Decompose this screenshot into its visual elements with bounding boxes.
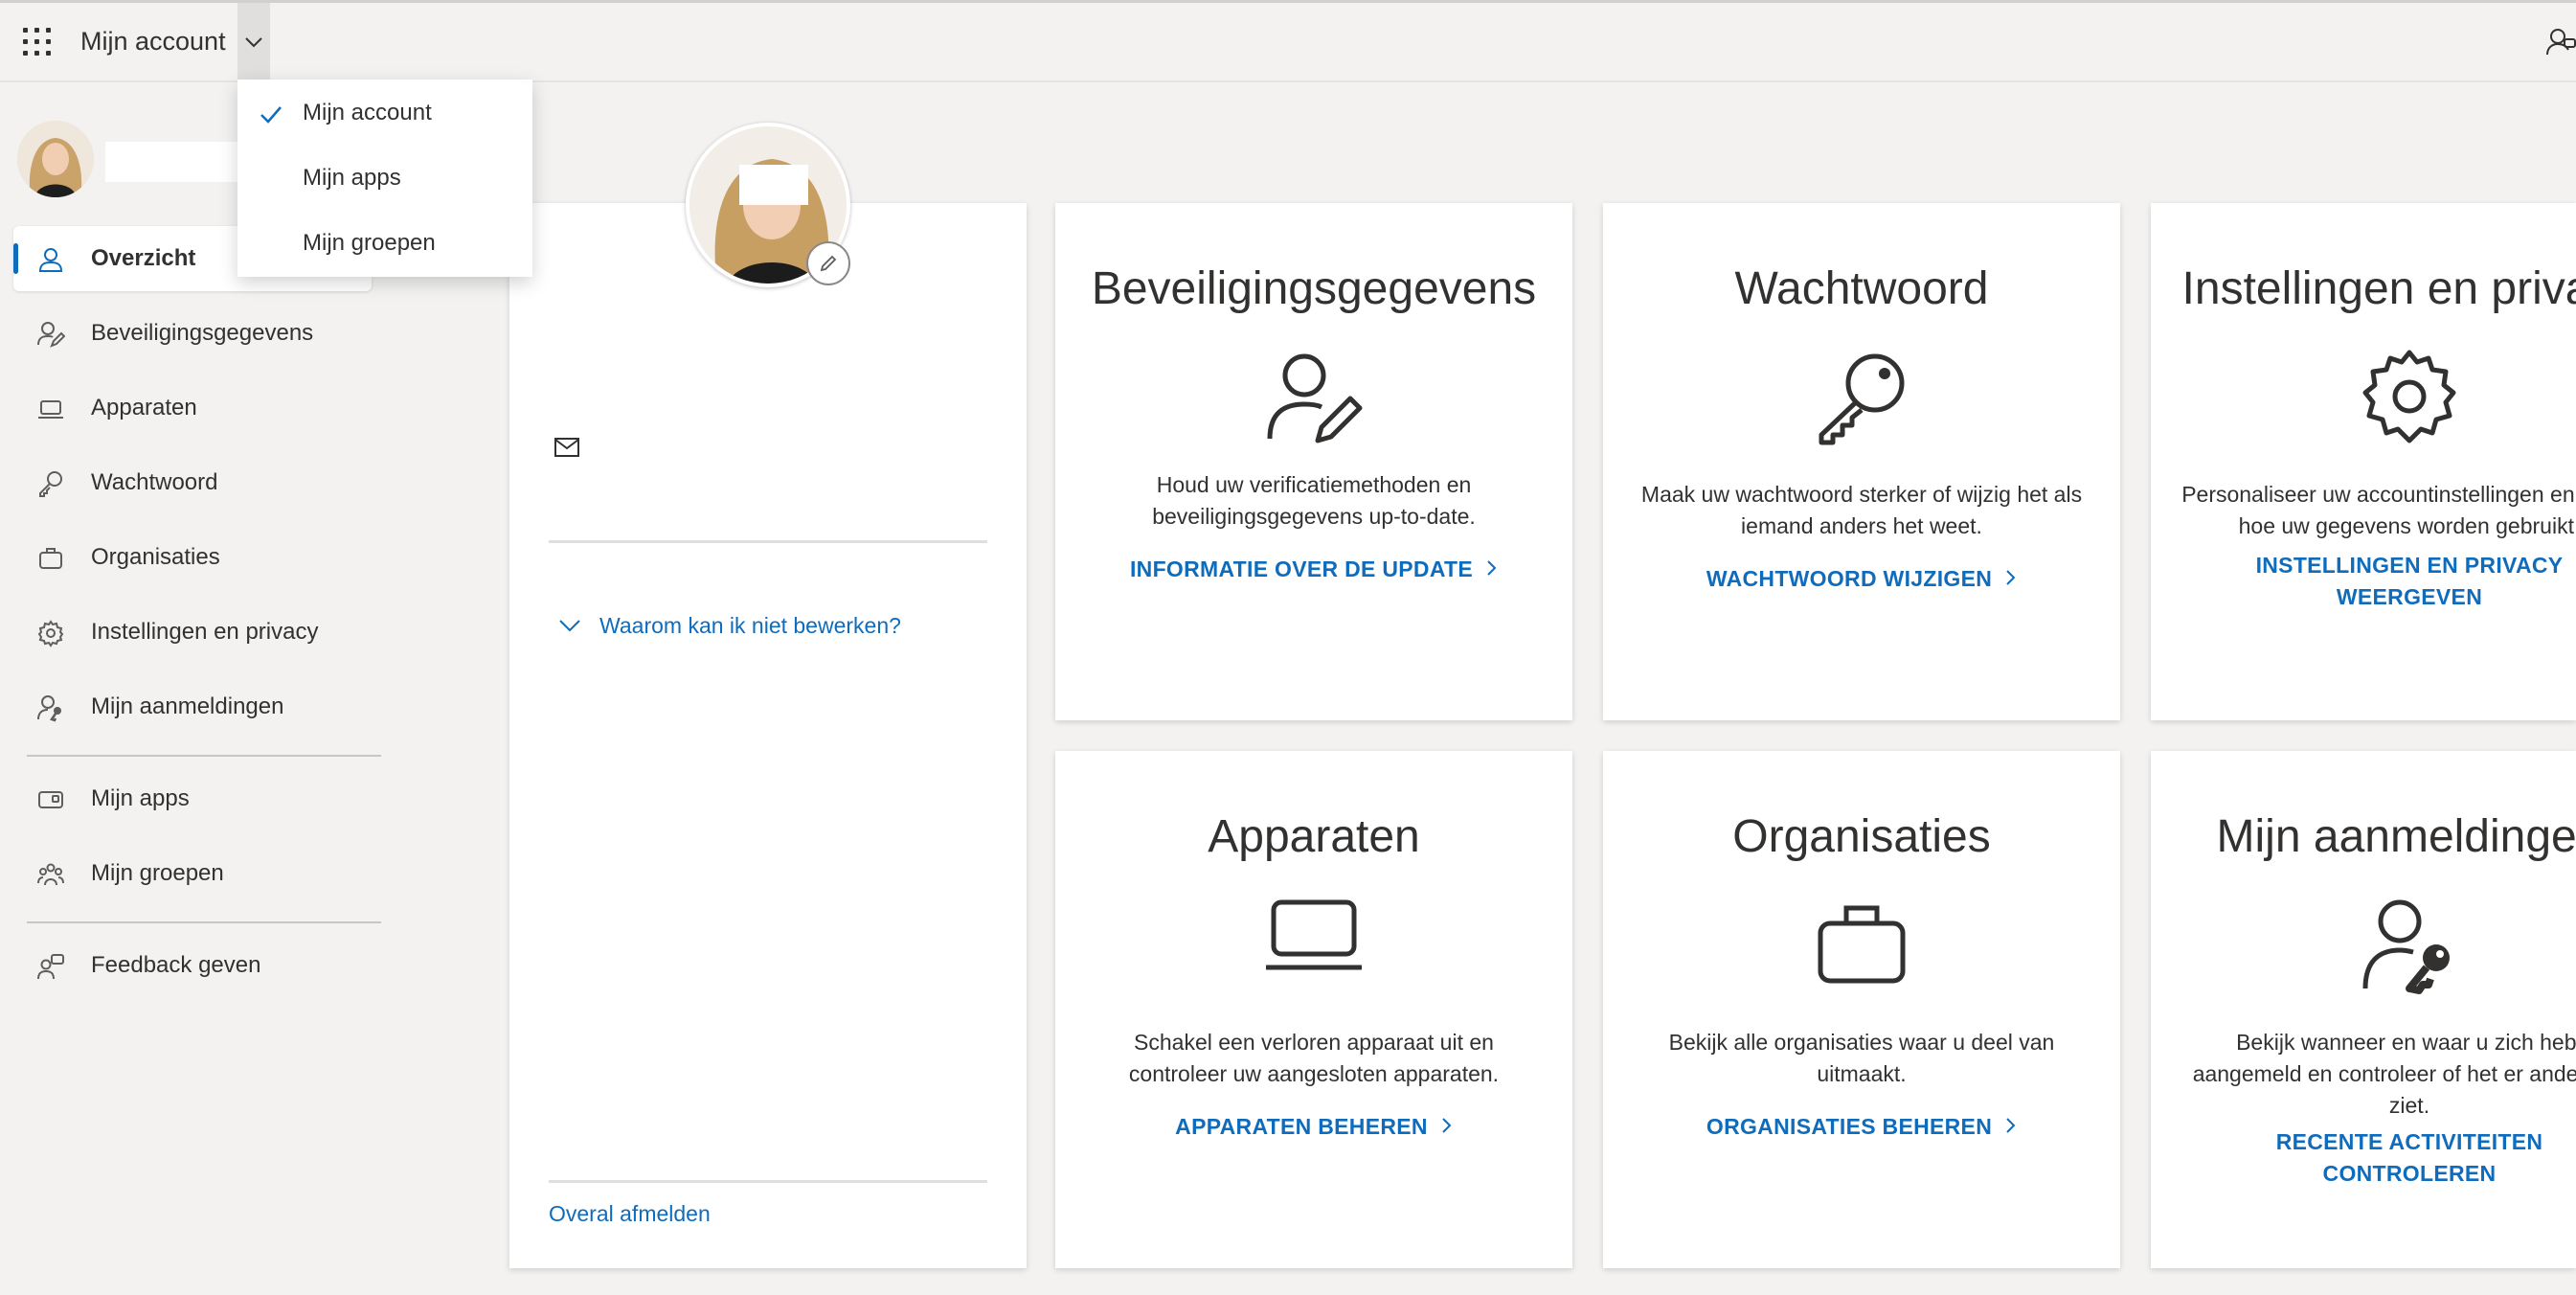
- briefcase-icon: [1818, 905, 1906, 984]
- sidebar-item-label: Organisaties: [91, 544, 220, 570]
- top-bar: Mijn account: [0, 0, 2576, 83]
- tile-description: Houd uw verificatiemethoden en beveiligi…: [1152, 472, 1476, 529]
- chevron-right-icon: [1487, 560, 1497, 576]
- why-cant-edit-label: Waarom kan ik niet bewerken?: [599, 613, 901, 638]
- laptop-icon: [38, 400, 63, 419]
- profile-divider: [549, 1180, 987, 1183]
- person-key-icon: [2362, 899, 2450, 994]
- briefcase-icon: [39, 548, 62, 569]
- app-switcher-menu: Mijn account Mijn apps Mijn groepen: [237, 80, 532, 277]
- tile-description: Bekijk alle organisaties waar u deel van…: [1668, 1030, 2055, 1086]
- tile-description: Bekijk wanneer en waar u zich hebt aange…: [2192, 1030, 2576, 1118]
- tile-link-wachtwoord-wijzigen[interactable]: WACHTWOORD WIJZIGEN: [1622, 563, 2101, 595]
- apps-icon: [38, 791, 63, 808]
- profile-divider: [549, 540, 987, 543]
- mail-icon: [554, 438, 579, 457]
- menu-item-mijn-apps[interactable]: Mijn apps: [237, 150, 532, 208]
- chevron-down-icon: [245, 37, 262, 48]
- sidebar-item-label: Mijn apps: [91, 785, 190, 811]
- tile-title: Apparaten: [1208, 811, 1420, 862]
- redacted-user-name: [105, 142, 249, 182]
- tile-link-informatie-over-de-update[interactable]: INFORMATIE OVER DE UPDATE: [1074, 554, 1553, 585]
- chevron-down-icon: [559, 620, 580, 632]
- chevron-right-icon: [2006, 570, 2016, 585]
- sidebar-divider: [27, 755, 381, 757]
- avatar: [17, 121, 94, 197]
- tile-title: Beveiligingsgegevens: [1091, 263, 1537, 314]
- tile-link-organisaties-beheren[interactable]: ORGANISATIES BEHEREN: [1622, 1111, 2101, 1143]
- pencil-icon: [820, 255, 837, 272]
- sidebar-item-mijn-groepen[interactable]: Mijn groepen: [13, 841, 372, 906]
- menu-item-label: Mijn account: [303, 100, 432, 125]
- menu-item-label: Mijn groepen: [303, 230, 436, 256]
- key-icon: [39, 471, 62, 497]
- sidebar-item-label: Mijn groepen: [91, 860, 224, 886]
- app-switcher-button[interactable]: [237, 3, 270, 83]
- sidebar-item-label: Beveiligingsgegevens: [91, 320, 314, 346]
- tile-organisaties: Organisaties Bekijk alle organisaties wa…: [1603, 751, 2120, 1268]
- tile-instellingen-en-privacy: Instellingen en privacy Personaliseer uw…: [2151, 203, 2576, 720]
- tile-description: Personaliseer uw accountinstellingen en …: [2181, 482, 2576, 538]
- tile-mijn-aanmeldingen: Mijn aanmeldingen Bekijk wanneer en waar…: [2151, 751, 2576, 1268]
- sidebar-item-label: Apparaten: [91, 395, 197, 420]
- sign-out-everywhere-link[interactable]: Overal afmelden: [549, 1201, 711, 1227]
- sidebar-item-wachtwoord[interactable]: Wachtwoord: [13, 450, 372, 515]
- tile-wachtwoord: Wachtwoord Maak uw wachtwoord sterker of…: [1603, 203, 2120, 720]
- person-edit-icon: [37, 322, 65, 348]
- sidebar-item-label: Feedback geven: [91, 952, 261, 978]
- sidebar-item-organisaties[interactable]: Organisaties: [13, 525, 372, 590]
- tile-title: Wachtwoord: [1734, 263, 1989, 314]
- gear-icon: [2362, 350, 2456, 443]
- sidebar-item-apparaten[interactable]: Apparaten: [13, 375, 372, 441]
- checkmark-icon: [260, 106, 282, 124]
- tile-link-instellingen-en-privacy-weergeven[interactable]: INSTELLINGEN EN PRIVACY WEERGEVEN: [2170, 550, 2576, 613]
- person-edit-icon: [1267, 353, 1363, 443]
- app-launcher-icon[interactable]: [23, 28, 52, 57]
- key-icon: [1819, 353, 1905, 445]
- sidebar-item-label: Overzicht: [91, 245, 196, 271]
- tile-apparaten: Apparaten Schakel een verloren apparaat …: [1055, 751, 1572, 1268]
- edit-photo-button[interactable]: [806, 241, 850, 285]
- tile-link-apparaten-beheren[interactable]: APPARATEN BEHEREN: [1074, 1111, 1553, 1143]
- app-title[interactable]: Mijn account: [80, 27, 226, 57]
- person-icon: [38, 248, 63, 272]
- gear-icon: [37, 620, 64, 648]
- person-key-icon: [37, 695, 61, 722]
- chevron-right-icon: [1442, 1118, 1452, 1133]
- tile-title: Organisaties: [1732, 811, 1991, 862]
- laptop-icon: [1266, 899, 1362, 970]
- sidebar-divider: [27, 921, 381, 923]
- tile-title: Mijn aanmeldingen: [2216, 811, 2576, 862]
- sidebar-item-mijn-apps[interactable]: Mijn apps: [13, 766, 372, 831]
- chevron-right-icon: [2006, 1118, 2016, 1133]
- groups-icon: [37, 863, 64, 886]
- sidebar-item-label: Wachtwoord: [91, 469, 218, 495]
- tile-description: Maak uw wachtwoord sterker of wijzig het…: [1640, 482, 2083, 538]
- sidebar-item-label: Mijn aanmeldingen: [91, 693, 284, 719]
- menu-item-label: Mijn apps: [303, 165, 401, 191]
- menu-item-mijn-groepen[interactable]: Mijn groepen: [237, 216, 532, 273]
- feedback-person-icon[interactable]: [2545, 26, 2576, 63]
- feedback-icon: [37, 954, 64, 980]
- sidebar-item-beveiligingsgegevens[interactable]: Beveiligingsgegevens: [13, 301, 372, 366]
- sidebar-item-instellingen-en-privacy[interactable]: Instellingen en privacy: [13, 600, 372, 665]
- sidebar-item-label: Instellingen en privacy: [91, 619, 319, 645]
- tile-link-recente-activiteiten-controleren[interactable]: RECENTE ACTIVITEITEN CONTROLEREN: [2170, 1126, 2576, 1190]
- tile-beveiligingsgegevens: Beveiligingsgegevens Houd uw verificatie…: [1055, 203, 1572, 720]
- profile-card: [509, 203, 1027, 1268]
- tile-description: Schakel een verloren apparaat uit en con…: [1128, 1030, 1500, 1086]
- sidebar-item-mijn-aanmeldingen[interactable]: Mijn aanmeldingen: [13, 674, 372, 739]
- sidebar-item-feedback-geven[interactable]: Feedback geven: [13, 933, 372, 998]
- menu-item-mijn-account[interactable]: Mijn account: [237, 85, 532, 143]
- tile-title: Instellingen en privacy: [2181, 263, 2576, 314]
